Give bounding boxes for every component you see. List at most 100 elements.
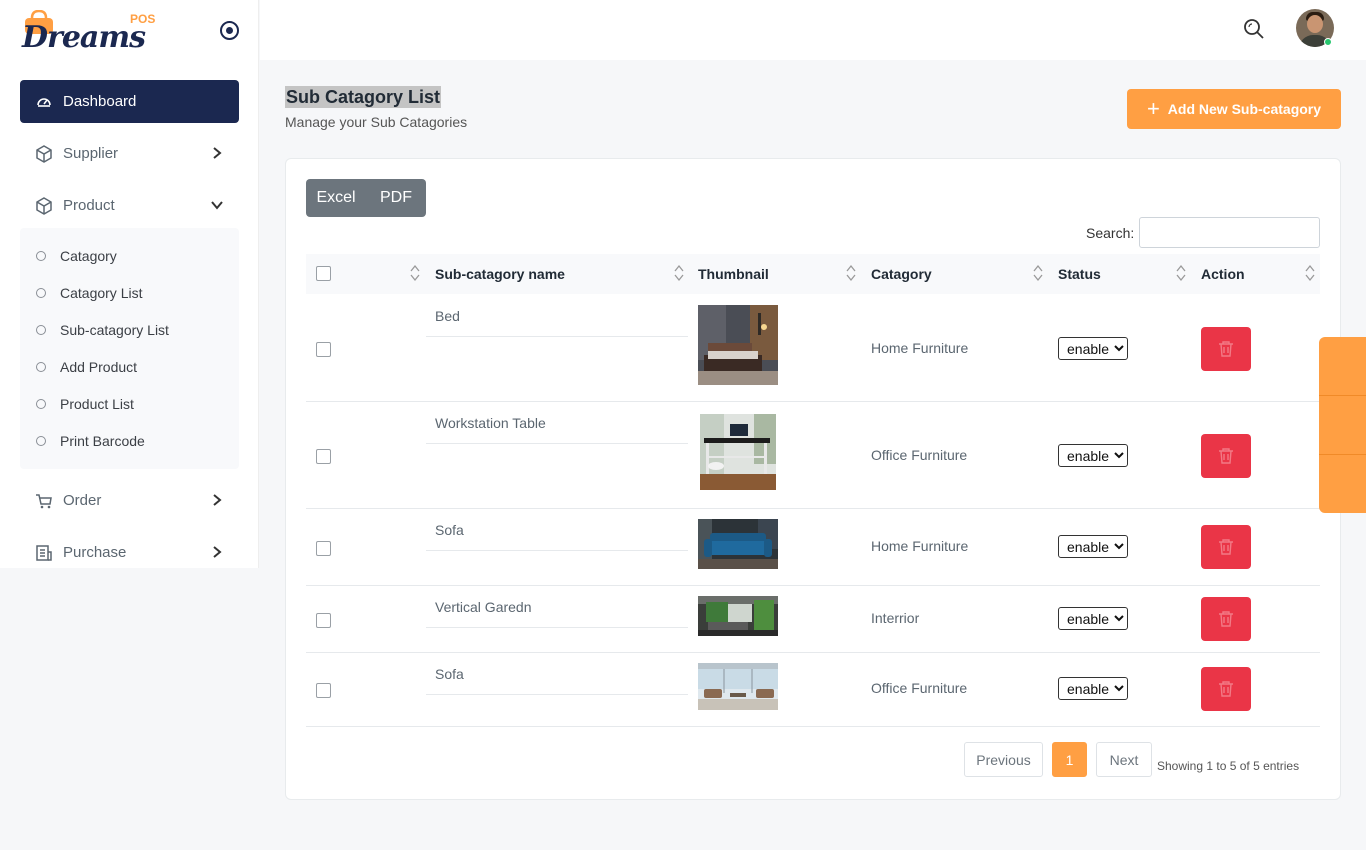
catagory-name: Interrior [871, 610, 920, 626]
page-1-button[interactable]: 1 [1052, 742, 1087, 777]
sort-icon[interactable] [846, 264, 856, 282]
add-sub-catagory-button[interactable]: + Add New Sub-catagory [1127, 89, 1341, 129]
column-header-thumbnail[interactable]: Thumbnail [698, 254, 769, 294]
chevron-right-icon [213, 494, 222, 506]
sub-catagory-name: Workstation Table [435, 415, 546, 431]
submenu-item-print-barcode[interactable]: Print Barcode [36, 431, 145, 451]
garden-thumbnail [698, 596, 778, 636]
catagory-name: Home Furniture [871, 538, 969, 554]
sidebar-item-label: Purchase [63, 544, 127, 561]
catagory-name: Office Furniture [871, 447, 968, 463]
plus-icon: + [1146, 96, 1160, 121]
submenu-item-label: Catagory [60, 248, 117, 264]
export-excel-button[interactable]: Excel [306, 179, 366, 217]
pagination-info: Showing 1 to 5 of 5 entries [1157, 759, 1300, 773]
brand-tag: POS [130, 12, 156, 26]
sort-icon[interactable] [410, 264, 420, 282]
delete-button[interactable] [1201, 597, 1251, 641]
submenu-item-label: Catagory List [60, 285, 143, 301]
row-checkbox[interactable] [316, 541, 331, 556]
sort-icon[interactable] [1305, 264, 1315, 282]
status-select[interactable]: enable [1058, 444, 1128, 467]
sidebar-item-purchase[interactable]: Purchase [20, 531, 239, 574]
select-all-checkbox[interactable] [316, 266, 331, 281]
submenu-item-add-product[interactable]: Add Product [36, 357, 137, 377]
sub-catagory-name: Sofa [435, 666, 464, 682]
submenu-item-catagory[interactable]: Catagory [36, 246, 117, 266]
column-header-status[interactable]: Status [1058, 254, 1101, 294]
sort-icon[interactable] [1176, 264, 1186, 282]
sofa-thumbnail [698, 519, 778, 569]
delete-button[interactable] [1201, 434, 1251, 478]
catagory-name: Home Furniture [871, 340, 969, 356]
sidebar-item-order[interactable]: Order [20, 479, 239, 522]
cart-icon [35, 492, 53, 510]
status-select[interactable]: enable [1058, 337, 1128, 360]
side-tab-2[interactable] [1319, 396, 1366, 454]
sidebar-item-label: Product [63, 197, 115, 214]
table-row: Sofa Home Furniture enable [306, 508, 1320, 586]
bullet-icon [36, 436, 46, 446]
product-submenu: Catagory Catagory List Sub-catagory List… [20, 228, 239, 469]
status-select[interactable]: enable [1058, 535, 1128, 558]
submenu-item-label: Add Product [60, 359, 138, 375]
column-header-catagory[interactable]: Catagory [871, 254, 932, 294]
search-icon[interactable] [1243, 18, 1265, 40]
sidebar-item-supplier[interactable]: Supplier [20, 132, 239, 175]
brand-name: Dreams [22, 20, 146, 55]
row-checkbox[interactable] [316, 342, 331, 357]
delete-button[interactable] [1201, 525, 1251, 569]
previous-page-button[interactable]: Previous [964, 742, 1043, 777]
submenu-item-sub-catagory-list[interactable]: Sub-catagory List [36, 320, 169, 340]
export-pdf-button[interactable]: PDF [366, 179, 426, 217]
workstation-thumbnail [700, 414, 776, 490]
column-header-action[interactable]: Action [1201, 254, 1245, 294]
status-select[interactable]: enable [1058, 607, 1128, 630]
side-tab-3[interactable] [1319, 455, 1366, 513]
sidebar-item-label: Order [63, 492, 102, 509]
sidebar-toggle-button[interactable] [220, 21, 239, 40]
sub-catagory-name: Bed [435, 308, 460, 324]
delete-button[interactable] [1201, 327, 1251, 371]
sort-icon[interactable] [674, 264, 684, 282]
sort-icon[interactable] [1033, 264, 1043, 282]
catagory-name: Office Furniture [871, 680, 968, 696]
submenu-item-catagory-list[interactable]: Catagory List [36, 283, 142, 303]
sidebar-item-dashboard[interactable]: Dashboard [20, 80, 239, 123]
top-header [260, 0, 1366, 60]
page-title: Sub Catagory List [285, 86, 442, 108]
status-select[interactable]: enable [1058, 677, 1128, 700]
side-tab-1[interactable] [1319, 337, 1366, 395]
row-checkbox[interactable] [316, 449, 331, 464]
table-header: Sub-catagory name Thumbnail Catagory Sta… [306, 254, 1320, 294]
table-row: Vertical Garedn Interrior enable [306, 585, 1320, 653]
table-row: Bed Home Furniture enable [306, 294, 1320, 402]
trash-icon [1219, 448, 1233, 464]
brand-logo[interactable]: Dreams POS [22, 10, 162, 55]
add-button-label: Add New Sub-catagory [1167, 101, 1322, 117]
box-icon [35, 144, 53, 163]
office-sofa-thumbnail [698, 663, 778, 710]
bed-thumbnail [698, 305, 778, 385]
row-checkbox[interactable] [316, 613, 331, 628]
chevron-right-icon [213, 546, 222, 558]
online-status-icon [1324, 38, 1332, 46]
search-input[interactable] [1139, 217, 1320, 248]
submenu-item-label: Sub-catagory List [60, 322, 169, 338]
bullet-icon [36, 362, 46, 372]
page-subtitle: Manage your Sub Catagories [285, 114, 468, 130]
table-row: Workstation Table Office Furniture enabl… [306, 401, 1320, 509]
trash-icon [1219, 539, 1233, 555]
sub-catagory-name: Sofa [435, 522, 464, 538]
row-checkbox[interactable] [316, 683, 331, 698]
submenu-item-product-list[interactable]: Product List [36, 394, 134, 414]
sidebar-item-product[interactable]: Product [20, 184, 239, 227]
next-page-button[interactable]: Next [1096, 742, 1152, 777]
dashboard-icon [35, 93, 53, 111]
search-label: Search: [1086, 225, 1135, 241]
column-header-name[interactable]: Sub-catagory name [435, 254, 565, 294]
logo-area: Dreams POS [0, 0, 259, 60]
sub-catagory-name: Vertical Garedn [435, 599, 532, 615]
chevron-right-icon [213, 147, 222, 159]
delete-button[interactable] [1201, 667, 1251, 711]
